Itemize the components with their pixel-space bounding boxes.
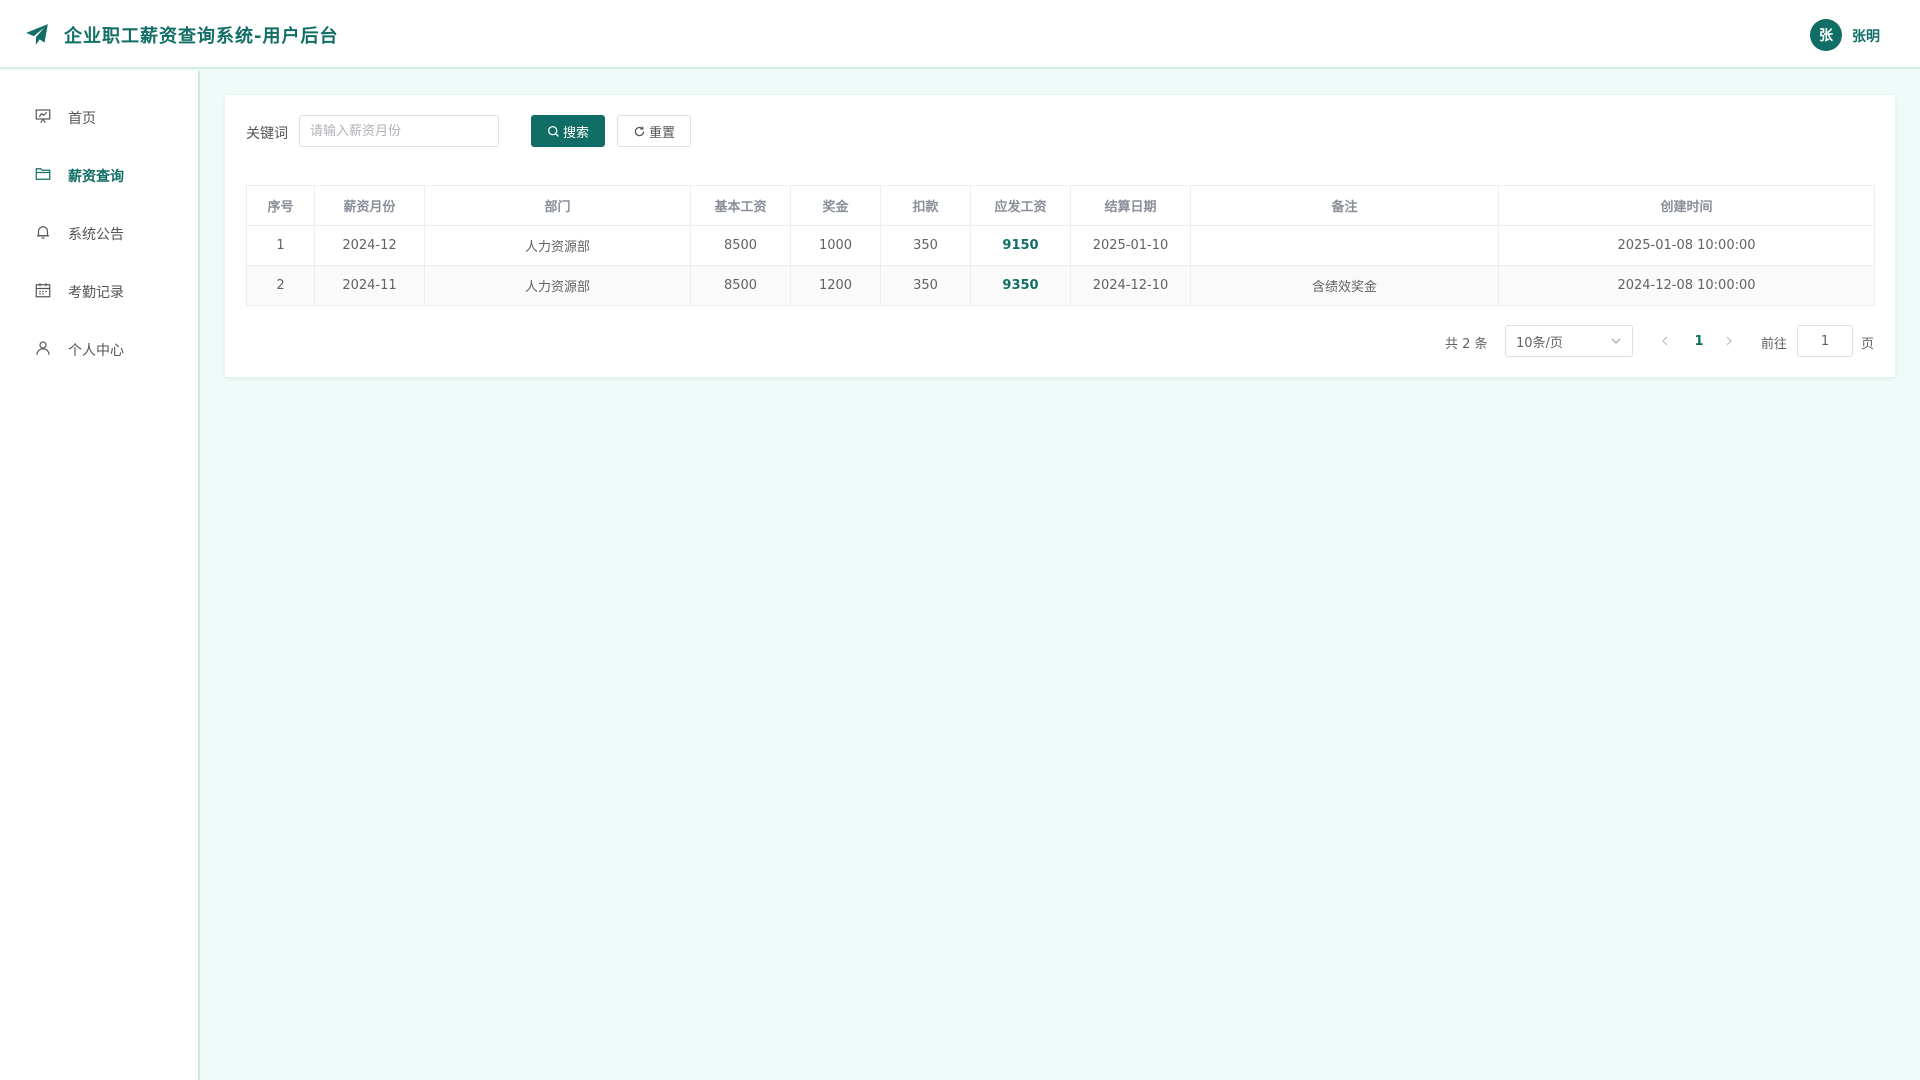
presentation-chart-icon xyxy=(35,109,51,124)
bell-icon xyxy=(37,226,49,239)
top-header: 企业职工薪资查询系统-用户后台 张 张明 xyxy=(0,0,1920,69)
cell-base-salary: 8500 xyxy=(690,225,791,266)
cell-settle-date: 2025-01-10 xyxy=(1070,225,1191,266)
goto-label: 前往 xyxy=(1761,337,1788,352)
reset-button[interactable]: 重置 xyxy=(617,115,691,147)
reset-button-label: 重置 xyxy=(648,125,675,141)
app-title: 企业职工薪资查询系统-用户后台 xyxy=(64,26,339,47)
user-name[interactable]: 张明 xyxy=(1852,26,1880,46)
cell-index: 2 xyxy=(246,265,315,306)
col-header-base-salary: 基本工资 xyxy=(690,185,791,226)
sidebar-item-profile[interactable]: 个人中心 xyxy=(0,328,198,368)
cell-base-salary: 8500 xyxy=(690,265,791,306)
sidebar-item-label: 系统公告 xyxy=(68,227,124,243)
cell-bonus: 1000 xyxy=(790,225,881,266)
sidebar: 首页 薪资查询 系统公告 考勤记录 个人中心 xyxy=(0,71,200,1080)
salary-query-card: 关键词 搜索 重置 序号 薪资月份 部门 基本工资 奖金 扣款 应发工资 结算 xyxy=(225,95,1895,377)
cell-deduction: 350 xyxy=(880,265,971,306)
cell-index: 1 xyxy=(246,225,315,266)
table-row[interactable]: 2 2024-11 人力资源部 8500 1200 350 9350 2024-… xyxy=(246,265,1875,306)
user-icon xyxy=(36,341,50,355)
cell-settle-date: 2024-12-10 xyxy=(1070,265,1191,306)
sidebar-item-label: 考勤记录 xyxy=(68,285,124,301)
sidebar-item-salary[interactable]: 薪资查询 xyxy=(0,154,198,194)
salary-table: 序号 薪资月份 部门 基本工资 奖金 扣款 应发工资 结算日期 备注 创建时间 … xyxy=(246,185,1875,306)
sidebar-item-label: 薪资查询 xyxy=(68,169,124,185)
prev-page-button[interactable] xyxy=(1655,331,1675,351)
col-header-bonus: 奖金 xyxy=(790,185,881,226)
col-header-net-salary: 应发工资 xyxy=(970,185,1071,226)
cell-month: 2024-11 xyxy=(314,265,425,306)
col-header-index: 序号 xyxy=(246,185,315,226)
pagination-total: 共 2 条 xyxy=(1445,337,1488,352)
goto-page-input[interactable] xyxy=(1797,325,1853,357)
chevron-left-icon xyxy=(1662,336,1668,346)
page-size-select[interactable]: 10条/页 xyxy=(1505,325,1633,357)
col-header-month: 薪资月份 xyxy=(314,185,425,226)
page-suffix: 页 xyxy=(1861,337,1875,352)
col-header-remark: 备注 xyxy=(1190,185,1499,226)
col-header-settle-date: 结算日期 xyxy=(1070,185,1191,226)
cell-department: 人力资源部 xyxy=(424,225,691,266)
sidebar-item-label: 个人中心 xyxy=(68,343,124,359)
avatar[interactable]: 张 xyxy=(1810,19,1842,51)
salary-table-wrap: 序号 薪资月份 部门 基本工资 奖金 扣款 应发工资 结算日期 备注 创建时间 … xyxy=(246,185,1875,306)
search-button-label: 搜索 xyxy=(562,125,589,141)
next-page-button[interactable] xyxy=(1719,331,1739,351)
cell-bonus: 1200 xyxy=(790,265,881,306)
table-header-row: 序号 薪资月份 部门 基本工资 奖金 扣款 应发工资 结算日期 备注 创建时间 xyxy=(246,185,1875,226)
sidebar-item-home[interactable]: 首页 xyxy=(0,96,198,136)
cell-net-salary: 9150 xyxy=(970,225,1071,266)
calendar-icon xyxy=(35,283,51,298)
page-size-value: 10条/页 xyxy=(1516,335,1563,351)
cell-created-at: 2025-01-08 10:00:00 xyxy=(1498,225,1875,266)
col-header-deduction: 扣款 xyxy=(880,185,971,226)
cell-department: 人力资源部 xyxy=(424,265,691,306)
search-button[interactable]: 搜索 xyxy=(531,115,605,147)
sidebar-item-label: 首页 xyxy=(68,111,96,127)
folder-icon xyxy=(35,168,51,180)
paper-plane-icon xyxy=(26,24,48,45)
cell-deduction: 350 xyxy=(880,225,971,266)
chevron-right-icon xyxy=(1726,336,1732,346)
page-number-current[interactable]: 1 xyxy=(1687,331,1711,351)
cell-remark xyxy=(1190,225,1499,266)
cell-created-at: 2024-12-08 10:00:00 xyxy=(1498,265,1875,306)
col-header-created-at: 创建时间 xyxy=(1498,185,1875,226)
sidebar-item-notice[interactable]: 系统公告 xyxy=(0,212,198,252)
refresh-icon xyxy=(634,126,645,136)
col-header-department: 部门 xyxy=(424,185,691,226)
cell-remark: 含绩效奖金 xyxy=(1190,265,1499,306)
search-icon xyxy=(547,125,559,137)
keyword-search-input[interactable] xyxy=(299,115,499,147)
cell-month: 2024-12 xyxy=(314,225,425,266)
keyword-label: 关键词 xyxy=(246,126,288,142)
chevron-down-icon xyxy=(1611,338,1621,344)
table-row[interactable]: 1 2024-12 人力资源部 8500 1000 350 9150 2025-… xyxy=(246,225,1875,266)
sidebar-item-attendance[interactable]: 考勤记录 xyxy=(0,270,198,310)
cell-net-salary: 9350 xyxy=(970,265,1071,306)
